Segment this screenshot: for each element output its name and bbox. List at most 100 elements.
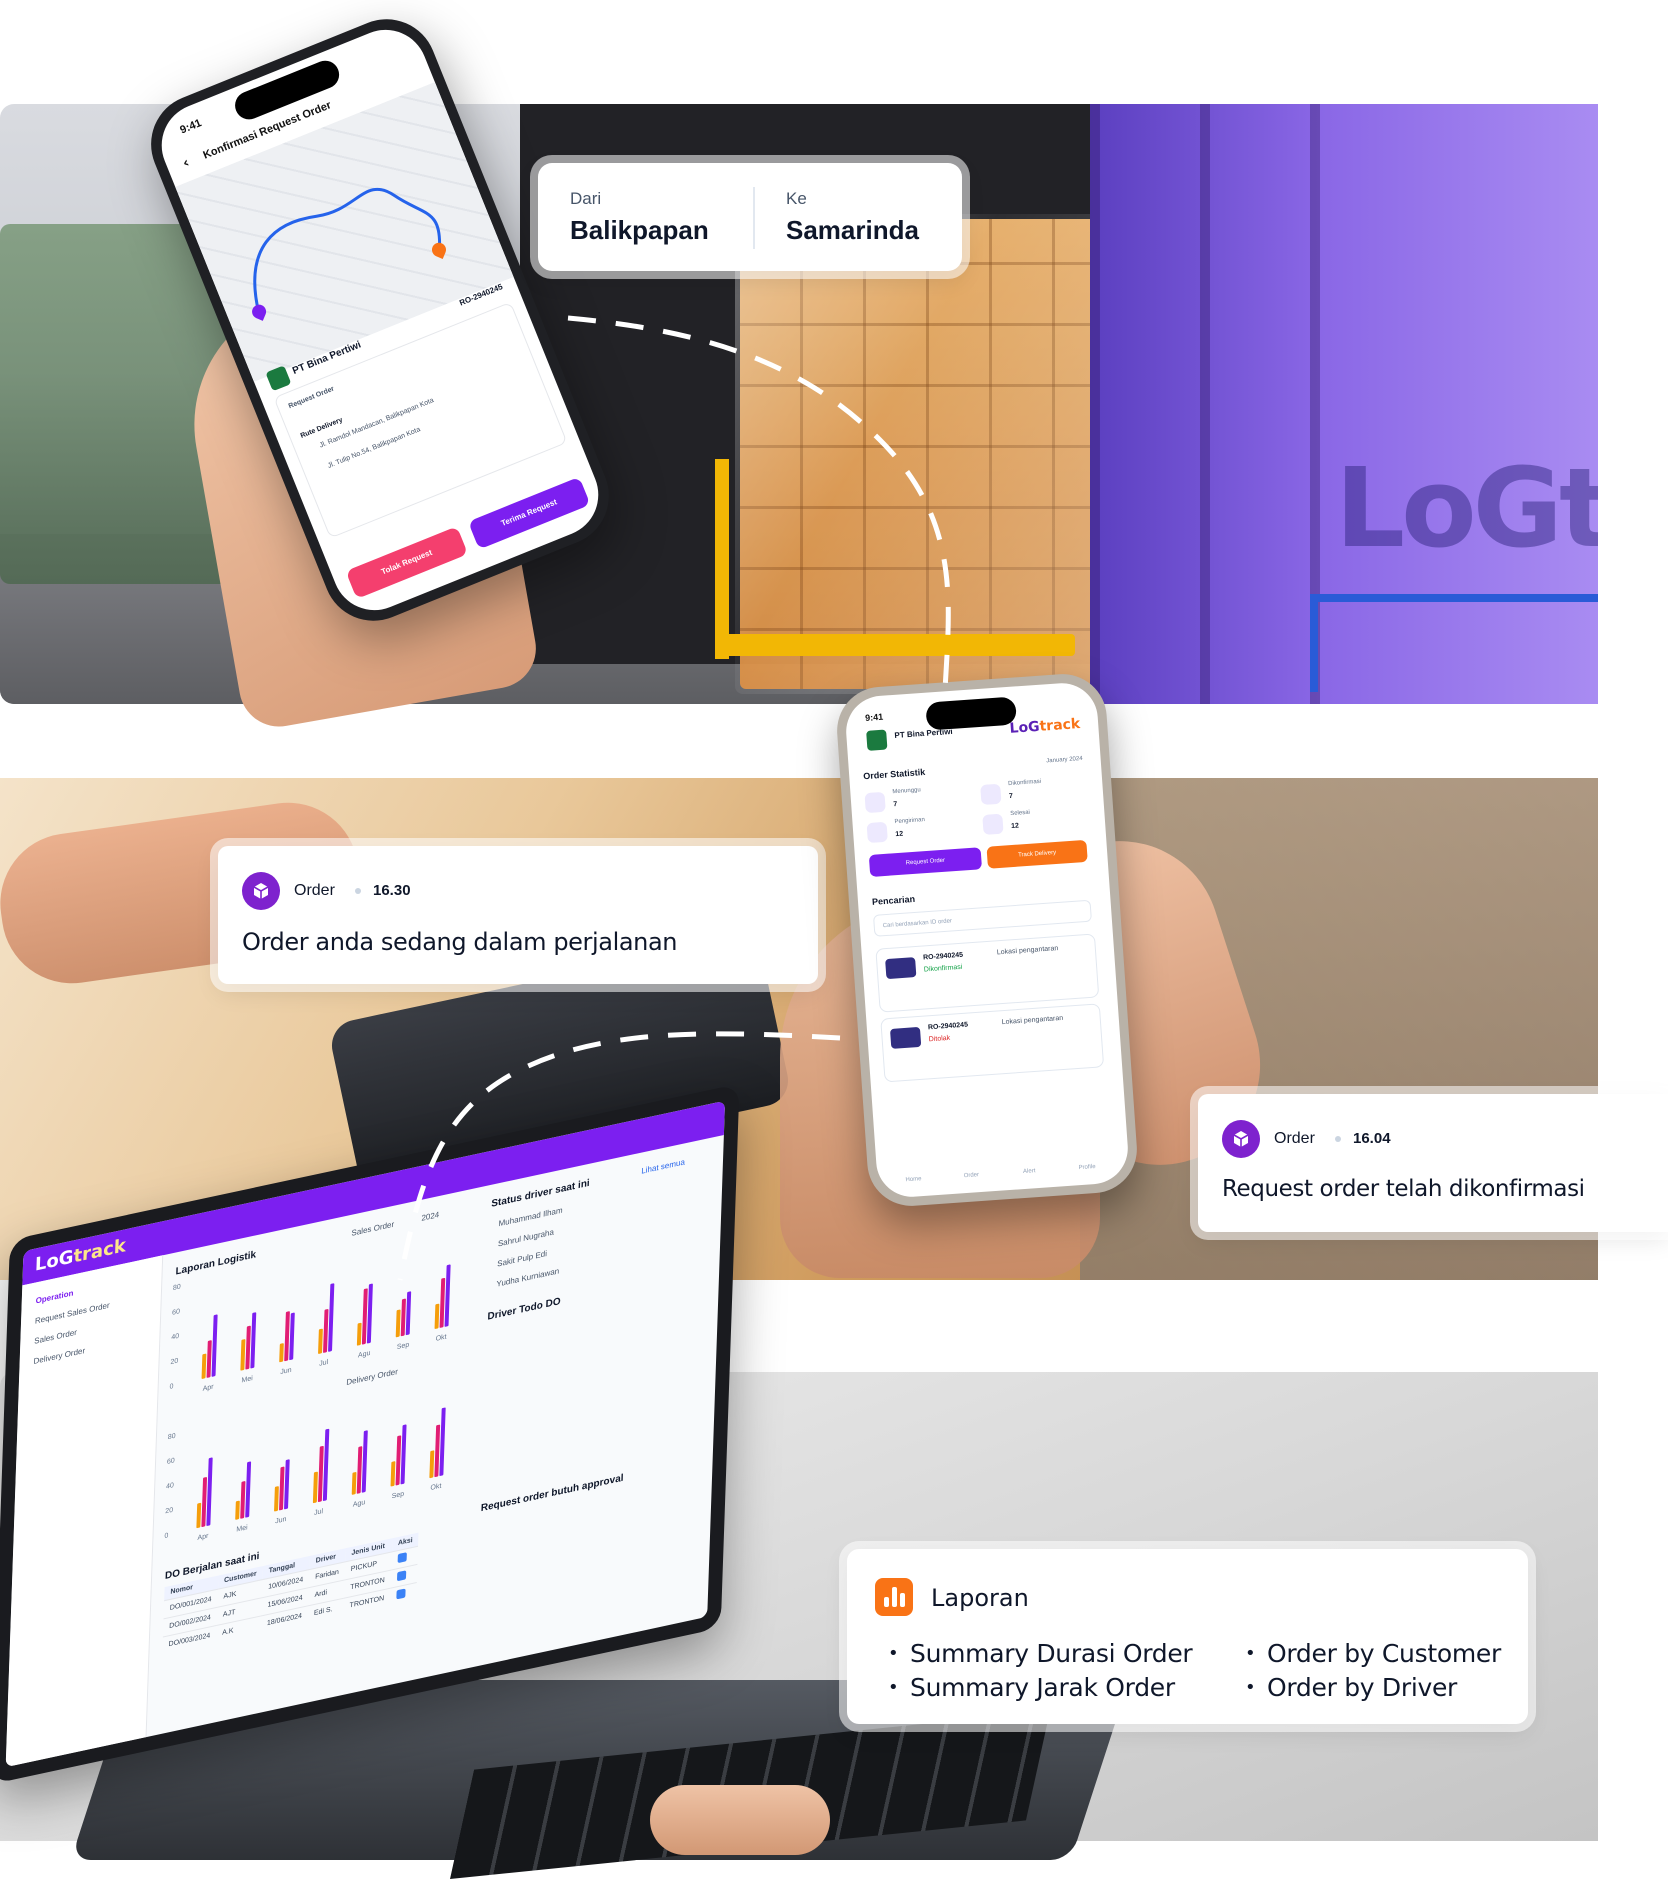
report-item: Order by Driver <box>1245 1673 1457 1703</box>
separator-dot <box>355 888 361 894</box>
bar-apr-2 <box>206 1457 213 1526</box>
approval-title: Request order butuh approval <box>480 1472 624 1515</box>
y-tick-label: 80 <box>168 1432 176 1442</box>
notification-message: Request order telah dikonfirmasi <box>1222 1176 1585 1202</box>
bar-mei-1 <box>240 1481 246 1519</box>
bar-mei-2 <box>250 1312 257 1369</box>
order-list-item[interactable]: RO-2940245 Ditolak Lokasi pengantaran <box>880 1003 1105 1083</box>
x-tick-label: Agu <box>358 1349 371 1360</box>
hand <box>650 1785 830 1855</box>
delivery-order-chart: 0 20 40 60 80 Apr Mei Jun Jul Agu Sep Okt <box>164 1407 446 1542</box>
phone-notch <box>230 56 344 124</box>
notification-card[interactable]: Order 16.30 Order anda sedang dalam perj… <box>218 846 818 984</box>
x-tick-label: Apr <box>203 1382 215 1392</box>
sidebar-item-operation[interactable]: Operation <box>36 1288 74 1305</box>
bar-apr-2 <box>211 1314 218 1377</box>
search-input[interactable]: Cari berdasarkan ID order <box>872 899 1092 937</box>
bar-sep-2 <box>405 1291 412 1336</box>
bar-jul-1 <box>323 1309 329 1353</box>
sidebar-item-delivery-order[interactable]: Delivery Order <box>33 1346 85 1366</box>
x-tick-label: Apr <box>197 1532 209 1542</box>
bar-okt-2 <box>444 1264 451 1327</box>
notification-time: 16.04 <box>1353 1130 1391 1147</box>
sidebar-item-sales-order[interactable]: Sales Order <box>34 1328 77 1346</box>
bar-apr-1 <box>206 1340 212 1378</box>
stat-confirmed: Dikonfirmasi 7 <box>980 776 1082 809</box>
back-icon[interactable]: ‹ <box>180 155 191 172</box>
separator-dot <box>1335 1136 1341 1142</box>
driver-item: Yudha Kurniawan <box>496 1266 560 1289</box>
bar-jun-0 <box>274 1486 279 1512</box>
view-icon[interactable] <box>395 1588 406 1600</box>
bar-agu-1 <box>356 1446 363 1494</box>
notification-app: Order <box>294 882 335 899</box>
view-icon[interactable] <box>397 1552 407 1564</box>
notification-time: 16.30 <box>373 882 411 899</box>
do-table: Nomor Customer Tanggal Driver Jenis Unit Ak… <box>162 1532 419 1655</box>
tab-profile[interactable]: Profile <box>1067 1163 1107 1172</box>
request-order-button[interactable]: Request Order <box>868 847 983 877</box>
stats-heading: Order Statistik <box>862 766 926 782</box>
notification-card[interactable]: Order 16.04 Request order telah dikonfir… <box>1198 1094 1668 1232</box>
reject-request-button[interactable]: Tolak Request <box>345 526 469 599</box>
y-tick-label: 20 <box>170 1357 178 1367</box>
bar-agu-0 <box>356 1322 362 1346</box>
x-tick-label: Okt <box>430 1482 441 1492</box>
report-card: Laporan Summary Durasi Order Summary Jar… <box>847 1549 1528 1724</box>
bar-apr-1 <box>201 1477 208 1527</box>
bar-jun-1 <box>284 1311 290 1362</box>
brand-logo: LoGtrack <box>1009 715 1081 737</box>
year-filter[interactable]: 2024 <box>421 1210 439 1223</box>
phone-screen: 9:41 PT Bina Pertiwi LoGtrack Order Stat… <box>843 680 1131 1200</box>
driver-item: Sahrul Nugraha <box>497 1227 555 1249</box>
company-name: PT Bina Pertiwi <box>894 726 953 740</box>
company-logo <box>866 729 888 751</box>
bar-sep-2 <box>400 1424 407 1485</box>
bar-agu-0 <box>351 1472 357 1495</box>
tab-order[interactable]: Order <box>951 1171 991 1180</box>
bar-apr-0 <box>201 1353 207 1379</box>
bar-sep-0 <box>390 1461 396 1487</box>
order-list-item[interactable]: RO-2940245 Dikonfirmasi Lokasi pengantar… <box>875 933 1100 1013</box>
notification-app: Order <box>1274 1130 1315 1147</box>
divider <box>753 187 755 249</box>
bar-mei-0 <box>235 1500 240 1520</box>
route-card: Dari Balikpapan Ke Samarinda <box>538 163 962 271</box>
truck-icon <box>889 1026 922 1049</box>
y-tick-label: 60 <box>167 1456 175 1466</box>
bar-jul-2 <box>328 1283 335 1352</box>
report-item: Summary Durasi Order <box>888 1639 1193 1669</box>
report-item: Summary Jarak Order <box>888 1673 1175 1703</box>
bar-mei-1 <box>245 1325 251 1370</box>
accept-request-button[interactable]: Terima Request <box>467 476 591 550</box>
stats-date[interactable]: January 2024 <box>1046 756 1083 765</box>
view-icon[interactable] <box>396 1570 406 1582</box>
bar-sep-0 <box>395 1309 401 1338</box>
bar-jul-0 <box>318 1328 323 1354</box>
x-tick-label: Jul <box>319 1358 329 1368</box>
notification-message: Order anda sedang dalam perjalanan <box>242 928 678 956</box>
see-all-link[interactable]: Lihat semua <box>641 1157 685 1175</box>
sidebar-item-request-sales-order[interactable]: Request Sales Order <box>35 1301 110 1326</box>
x-tick-label: Mei <box>236 1523 248 1533</box>
tab-home[interactable]: Home <box>893 1175 933 1184</box>
bar-apr-0 <box>196 1502 202 1529</box>
bar-jul-1 <box>317 1445 324 1503</box>
y-tick-label: 20 <box>165 1506 173 1516</box>
y-tick-label: 0 <box>164 1531 168 1540</box>
status-time: 9:41 <box>864 711 884 723</box>
pallet-jack-base <box>715 634 1075 656</box>
to-label: Ke <box>786 189 807 208</box>
y-tick-label: 60 <box>172 1307 180 1317</box>
driver-item: Muhammad Ilham <box>498 1205 563 1229</box>
tab-alert[interactable]: Alert <box>1009 1167 1049 1176</box>
track-delivery-button[interactable]: Track Delivery <box>986 839 1088 869</box>
y-tick-label: 40 <box>171 1332 179 1342</box>
bar-agu-2 <box>361 1430 368 1493</box>
bar-chart-icon <box>875 1578 913 1616</box>
driver-todo-title: Driver Todo DO <box>487 1296 561 1323</box>
driver-status-title: Status driver saat ini <box>491 1177 590 1210</box>
from-value: Balikpapan <box>570 215 709 245</box>
phone-dashboard: 9:41 PT Bina Pertiwi LoGtrack Order Stat… <box>834 671 1140 1209</box>
bar-okt-1 <box>434 1424 441 1478</box>
